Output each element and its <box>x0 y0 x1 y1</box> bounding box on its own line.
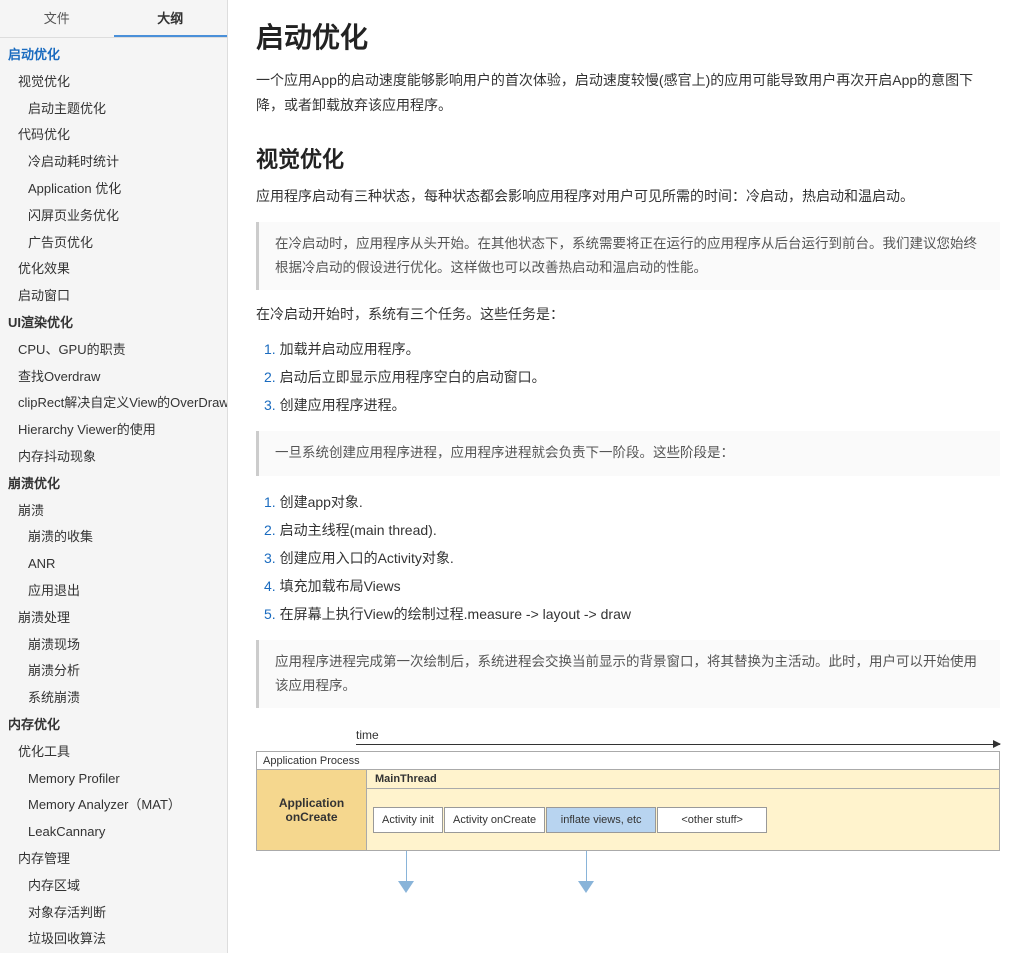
sidebar-item-splash-screen-opt[interactable]: 闪屏页业务优化 <box>0 203 227 230</box>
sidebar-item-crash-collect[interactable]: 崩溃的收集 <box>0 524 227 551</box>
sidebar-item-cliprect[interactable]: clipRect解决自定义View的OverDraw <box>0 390 227 417</box>
task-item-2: 3. 创建应用程序进程。 <box>264 391 1000 419</box>
sidebar-item-cold-start-stats[interactable]: 冷启动耗时统计 <box>0 149 227 176</box>
sidebar-item-hierarchy-viewer[interactable]: Hierarchy Viewer的使用 <box>0 417 227 444</box>
app-tasks-list: 1. 创建app对象.2. 启动主线程(main thread).3. 创建应用… <box>264 488 1000 628</box>
thread-blocks: Activity initActivity onCreateinflate vi… <box>367 789 999 850</box>
sidebar-item-opt-tools[interactable]: 优化工具 <box>0 739 227 766</box>
intro-text: 一个应用App的启动速度能够影响用户的首次体验，启动速度较慢(感官上)的应用可能… <box>256 68 1000 118</box>
visual-section-title: 视觉优化 <box>256 142 1000 174</box>
sidebar: 文件 大纲 启动优化视觉优化启动主题优化代码优化冷启动耗时统计Applicati… <box>0 0 228 953</box>
task-item-1: 2. 启动后立即显示应用程序空白的启动窗口。 <box>264 363 1000 391</box>
blockquote-1-text: 在冷启动时，应用程序从头开始。在其他状态下，系统需要将正在运行的应用程序从后台运… <box>275 236 977 275</box>
blockquote-2: 一旦系统创建应用程序进程，应用程序进程就会负责下一阶段。这些阶段是： <box>256 431 1000 475</box>
sidebar-item-crash[interactable]: 崩溃 <box>0 498 227 525</box>
thread-block-0: Activity init <box>373 807 443 833</box>
blockquote-3-text: 应用程序进程完成第一次绘制后，系统进程会交换当前显示的背景窗口，将其替换为主活动… <box>275 654 977 693</box>
blockquote-1: 在冷启动时，应用程序从头开始。在其他状态下，系统需要将正在运行的应用程序从后台运… <box>256 222 1000 291</box>
sidebar-item-memory-analyzer[interactable]: Memory Analyzer（MAT） <box>0 792 227 819</box>
sidebar-item-crash-analysis[interactable]: 崩溃分析 <box>0 658 227 685</box>
app-box-text: ApplicationonCreate <box>279 796 344 824</box>
tasks-list: 1. 加载并启动应用程序。2. 启动后立即显示应用程序空白的启动窗口。3. 创建… <box>264 335 1000 419</box>
page-title: 启动优化 <box>256 16 1000 56</box>
blockquote-2-text: 一旦系统创建应用程序进程，应用程序进程就会负责下一阶段。这些阶段是： <box>275 445 734 460</box>
task-num-0: 1. <box>264 341 276 357</box>
sidebar-item-anr[interactable]: ANR <box>0 551 227 578</box>
sidebar-item-system-crash[interactable]: 系统崩溃 <box>0 685 227 712</box>
sidebar-item-mem-opt[interactable]: 内存优化 <box>0 712 227 739</box>
diagram-time-arrow <box>356 744 1000 745</box>
app-task-num-0: 1. <box>264 494 276 510</box>
diagram-body: ApplicationonCreate MainThread Activity … <box>257 770 999 850</box>
task-item-0: 1. 加载并启动应用程序。 <box>264 335 1000 363</box>
sidebar-item-visual-opt[interactable]: 视觉优化 <box>0 69 227 96</box>
sidebar-item-code-opt[interactable]: 代码优化 <box>0 122 227 149</box>
sidebar-item-opt-effect[interactable]: 优化效果 <box>0 256 227 283</box>
indicator-2 <box>546 851 626 893</box>
app-task-num-2: 3. <box>264 550 276 566</box>
app-task-num-1: 2. <box>264 522 276 538</box>
diagram-bottom-indicators <box>366 851 1000 893</box>
task-num-2: 3. <box>264 397 276 413</box>
diagram-time-label: time <box>356 728 1000 742</box>
sidebar-item-startup-opt[interactable]: 启动优化 <box>0 42 227 69</box>
thread-block-1: Activity onCreate <box>444 807 545 833</box>
sidebar-item-startup-window[interactable]: 启动窗口 <box>0 283 227 310</box>
sidebar-item-mem-manage[interactable]: 内存管理 <box>0 846 227 873</box>
app-task-item-2: 3. 创建应用入口的Activity对象. <box>264 544 1000 572</box>
diagram-container: time Application Process ApplicationonCr… <box>256 728 1000 893</box>
sidebar-item-ui-render-opt[interactable]: UI渲染优化 <box>0 310 227 337</box>
sidebar-tab-bar: 文件 大纲 <box>0 0 227 38</box>
sidebar-item-startup-theme-opt[interactable]: 启动主题优化 <box>0 96 227 123</box>
app-task-item-1: 2. 启动主线程(main thread). <box>264 516 1000 544</box>
task-num-1: 2. <box>264 369 276 385</box>
app-task-num-3: 4. <box>264 578 276 594</box>
thread-block-2: inflate views, etc <box>546 807 656 833</box>
sidebar-item-crash-handle[interactable]: 崩溃处理 <box>0 605 227 632</box>
thread-block-3: <other stuff> <box>657 807 767 833</box>
diagram-outer: Application Process ApplicationonCreate … <box>256 751 1000 851</box>
sidebar-tree: 启动优化视觉优化启动主题优化代码优化冷启动耗时统计Application 优化闪… <box>0 38 227 953</box>
cold-start-text: 在冷启动开始时，系统有三个任务。这些任务是： <box>256 302 1000 327</box>
diagram-app-process-label: Application Process <box>257 752 999 770</box>
sidebar-item-crash-opt[interactable]: 崩溃优化 <box>0 471 227 498</box>
sidebar-item-mem-jitter[interactable]: 内存抖动现象 <box>0 444 227 471</box>
sidebar-item-obj-survival[interactable]: 对象存活判断 <box>0 900 227 927</box>
tab-outline[interactable]: 大纲 <box>114 0 228 37</box>
sidebar-item-application-opt[interactable]: Application 优化 <box>0 176 227 203</box>
diagram-app-box: ApplicationonCreate <box>257 770 367 850</box>
sidebar-item-app-exit[interactable]: 应用退出 <box>0 578 227 605</box>
sidebar-item-cpu-gpu[interactable]: CPU、GPU的职责 <box>0 337 227 364</box>
visual-intro: 应用程序启动有三种状态，每种状态都会影响应用程序对用户可见所需的时间：冷启动，热… <box>256 184 1000 209</box>
sidebar-item-crash-scene[interactable]: 崩溃现场 <box>0 632 227 659</box>
sidebar-item-find-overdraw[interactable]: 查找Overdraw <box>0 364 227 391</box>
sidebar-item-leak-cannary[interactable]: LeakCannary <box>0 819 227 846</box>
sidebar-item-memory-profiler[interactable]: Memory Profiler <box>0 766 227 793</box>
main-thread-label: MainThread <box>367 770 999 789</box>
sidebar-item-mem-region[interactable]: 内存区域 <box>0 873 227 900</box>
indicator-1 <box>366 851 446 893</box>
app-task-num-4: 5. <box>264 606 276 622</box>
diagram-main-thread: MainThread Activity initActivity onCreat… <box>367 770 999 850</box>
blockquote-3: 应用程序进程完成第一次绘制后，系统进程会交换当前显示的背景窗口，将其替换为主活动… <box>256 640 1000 709</box>
sidebar-item-ad-page-opt[interactable]: 广告页优化 <box>0 230 227 257</box>
tab-file[interactable]: 文件 <box>0 0 114 37</box>
app-task-item-4: 5. 在屏幕上执行View的绘制过程.measure -> layout -> … <box>264 600 1000 628</box>
sidebar-item-gc-algo[interactable]: 垃圾回收算法 <box>0 926 227 953</box>
app-task-item-3: 4. 填充加载布局Views <box>264 572 1000 600</box>
app-task-item-0: 1. 创建app对象. <box>264 488 1000 516</box>
main-content: 启动优化 一个应用App的启动速度能够影响用户的首次体验，启动速度较慢(感官上)… <box>228 0 1028 953</box>
